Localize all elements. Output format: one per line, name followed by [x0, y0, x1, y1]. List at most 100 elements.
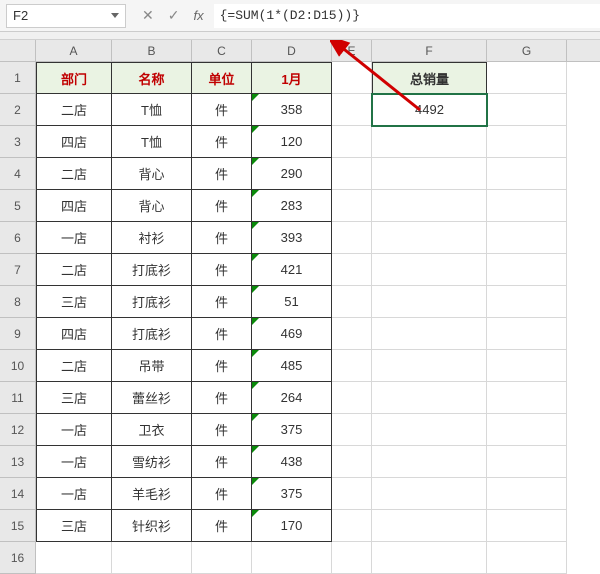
cell[interactable]	[487, 62, 567, 94]
cell[interactable]	[487, 510, 567, 542]
cell[interactable]	[487, 222, 567, 254]
table-cell[interactable]: 二店	[36, 94, 112, 126]
table-cell[interactable]: 件	[192, 414, 252, 446]
cell[interactable]	[332, 542, 372, 574]
table-cell[interactable]: 件	[192, 158, 252, 190]
table-cell[interactable]: 件	[192, 190, 252, 222]
table-cell[interactable]: 358	[252, 94, 332, 126]
table-cell[interactable]: 卫衣	[112, 414, 192, 446]
table-cell[interactable]: 件	[192, 318, 252, 350]
column-header[interactable]: A	[36, 40, 112, 61]
table-cell[interactable]: 三店	[36, 286, 112, 318]
table-cell[interactable]: 二店	[36, 350, 112, 382]
column-header[interactable]: D	[252, 40, 332, 61]
name-box[interactable]: F2	[6, 4, 126, 28]
cell[interactable]	[332, 350, 372, 382]
table-cell[interactable]: 170	[252, 510, 332, 542]
cell[interactable]	[487, 126, 567, 158]
cancel-icon[interactable]: ✕	[142, 7, 154, 24]
table-cell[interactable]: 290	[252, 158, 332, 190]
table-cell[interactable]: 吊带	[112, 350, 192, 382]
summary-header[interactable]: 总销量	[372, 62, 487, 94]
cell[interactable]	[332, 286, 372, 318]
fx-icon[interactable]: fx	[193, 8, 203, 23]
cell[interactable]	[332, 62, 372, 94]
table-cell[interactable]: 438	[252, 446, 332, 478]
cell[interactable]	[332, 478, 372, 510]
table-cell[interactable]: 一店	[36, 478, 112, 510]
table-cell[interactable]: 二店	[36, 254, 112, 286]
cell[interactable]	[332, 318, 372, 350]
table-cell[interactable]: 二店	[36, 158, 112, 190]
cell[interactable]	[487, 158, 567, 190]
table-header[interactable]: 部门	[36, 62, 112, 94]
cell[interactable]	[372, 254, 487, 286]
row-header[interactable]: 13	[0, 446, 36, 478]
table-cell[interactable]: 件	[192, 350, 252, 382]
summary-value[interactable]: 4492	[372, 94, 487, 126]
cell[interactable]	[487, 414, 567, 446]
cell[interactable]	[487, 542, 567, 574]
table-cell[interactable]: 四店	[36, 126, 112, 158]
table-cell[interactable]: 件	[192, 286, 252, 318]
table-cell[interactable]: 雪纺衫	[112, 446, 192, 478]
cell[interactable]	[332, 446, 372, 478]
table-cell[interactable]: 469	[252, 318, 332, 350]
cell[interactable]	[372, 350, 487, 382]
table-cell[interactable]: 三店	[36, 510, 112, 542]
table-cell[interactable]: 一店	[36, 414, 112, 446]
table-cell[interactable]: 件	[192, 382, 252, 414]
cell[interactable]	[332, 382, 372, 414]
table-cell[interactable]: T恤	[112, 94, 192, 126]
row-header[interactable]: 1	[0, 62, 36, 94]
chevron-down-icon[interactable]	[111, 13, 119, 18]
cell[interactable]	[487, 94, 567, 126]
cell[interactable]	[332, 222, 372, 254]
cell[interactable]	[487, 190, 567, 222]
row-header[interactable]: 10	[0, 350, 36, 382]
row-header[interactable]: 4	[0, 158, 36, 190]
cell[interactable]	[332, 158, 372, 190]
table-header[interactable]: 单位	[192, 62, 252, 94]
row-header[interactable]: 15	[0, 510, 36, 542]
cell[interactable]	[372, 190, 487, 222]
row-header[interactable]: 12	[0, 414, 36, 446]
row-header[interactable]: 11	[0, 382, 36, 414]
table-cell[interactable]: 485	[252, 350, 332, 382]
cell[interactable]	[487, 350, 567, 382]
cell[interactable]	[487, 382, 567, 414]
cell[interactable]	[332, 126, 372, 158]
table-cell[interactable]: 264	[252, 382, 332, 414]
table-cell[interactable]: 件	[192, 254, 252, 286]
column-header[interactable]: G	[487, 40, 567, 61]
table-cell[interactable]: 针织衫	[112, 510, 192, 542]
cell[interactable]	[372, 510, 487, 542]
row-header[interactable]: 5	[0, 190, 36, 222]
table-cell[interactable]: 375	[252, 414, 332, 446]
table-cell[interactable]: 283	[252, 190, 332, 222]
table-cell[interactable]: 件	[192, 222, 252, 254]
table-header[interactable]: 1月	[252, 62, 332, 94]
table-cell[interactable]: 四店	[36, 318, 112, 350]
cell[interactable]	[192, 542, 252, 574]
table-cell[interactable]: 件	[192, 446, 252, 478]
column-header[interactable]: F	[372, 40, 487, 61]
cell[interactable]	[36, 542, 112, 574]
cell[interactable]	[372, 318, 487, 350]
cell[interactable]	[332, 510, 372, 542]
cell[interactable]	[372, 414, 487, 446]
cell[interactable]	[487, 318, 567, 350]
table-cell[interactable]: 打底衫	[112, 318, 192, 350]
table-cell[interactable]: T恤	[112, 126, 192, 158]
column-header[interactable]: E	[332, 40, 372, 61]
table-cell[interactable]: 打底衫	[112, 286, 192, 318]
cell[interactable]	[252, 542, 332, 574]
column-header[interactable]: B	[112, 40, 192, 61]
cell[interactable]	[372, 478, 487, 510]
row-header[interactable]: 2	[0, 94, 36, 126]
cell[interactable]	[372, 158, 487, 190]
table-cell[interactable]: 421	[252, 254, 332, 286]
cell[interactable]	[372, 542, 487, 574]
select-all-corner[interactable]	[0, 40, 36, 62]
table-cell[interactable]: 件	[192, 510, 252, 542]
